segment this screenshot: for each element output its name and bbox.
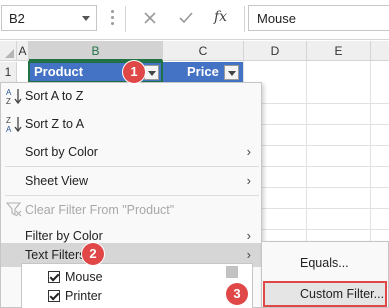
list-item-label: Mouse: [65, 270, 103, 284]
svg-text:Z: Z: [6, 116, 11, 125]
insert-function-icon[interactable]: fx: [214, 9, 227, 25]
divider: [244, 6, 245, 32]
column-header-f[interactable]: [371, 41, 389, 61]
equals-item[interactable]: Equals...: [262, 250, 388, 276]
select-all-button[interactable]: [0, 41, 17, 61]
sort-z-to-a-item[interactable]: Z A Sort Z to A: [1, 111, 261, 137]
sort-by-color-label: Sort by Color: [25, 145, 98, 159]
sort-by-color-item[interactable]: Sort by Color ›: [1, 139, 261, 165]
sort-descending-icon: Z A: [6, 116, 22, 133]
name-box[interactable]: B2: [1, 5, 97, 31]
step-badge-3: 3: [226, 283, 248, 305]
checkbox-mouse[interactable]: [48, 271, 60, 283]
sheet-view-label: Sheet View: [25, 174, 89, 188]
svg-text:A: A: [6, 88, 12, 97]
filter-values-list[interactable]: Mouse Printer: [21, 263, 253, 308]
clear-filter-label: Clear Filter From "Product": [25, 203, 175, 217]
clear-filter-icon: [6, 202, 22, 217]
custom-filter-item[interactable]: Custom Filter...: [263, 281, 387, 307]
list-item-label: Printer: [65, 289, 102, 303]
sort-a-to-z-item[interactable]: A Z Sort A to Z: [1, 83, 261, 109]
step-badge-2: 2: [82, 243, 104, 265]
formula-bar: B2 fx Mouse: [0, 0, 389, 40]
custom-filter-label: Custom Filter...: [300, 287, 385, 301]
cancel-icon[interactable]: [140, 8, 160, 28]
formula-input[interactable]: Mouse: [248, 5, 389, 31]
sheet-view-item[interactable]: Sheet View ›: [1, 168, 261, 194]
column-header-c[interactable]: C: [163, 41, 244, 61]
text-filters-submenu: Equals... Custom Filter...: [261, 241, 389, 308]
checkbox-printer[interactable]: [48, 290, 60, 302]
menu-divider: [5, 195, 259, 196]
menu-divider: [5, 166, 259, 167]
scrollbar-thumb[interactable]: [226, 266, 238, 278]
chevron-down-icon: [228, 71, 236, 76]
svg-text:A: A: [6, 125, 12, 133]
equals-label: Equals...: [300, 256, 349, 270]
sort-a-to-z-label: Sort A to Z: [25, 89, 84, 103]
header-cell-price[interactable]: Price: [163, 62, 243, 82]
name-box-value: B2: [9, 11, 25, 26]
step-badge-1: 1: [123, 61, 145, 83]
column-header-a[interactable]: A: [17, 41, 29, 61]
chevron-right-icon: ›: [246, 144, 251, 159]
sort-ascending-icon: A Z: [6, 88, 22, 105]
column-header-e[interactable]: E: [307, 41, 371, 61]
filter-dropdown-button[interactable]: [144, 65, 159, 80]
filter-dropdown-button[interactable]: [224, 65, 239, 80]
row-header-1[interactable]: 1: [0, 62, 17, 83]
check-icon[interactable]: [176, 8, 196, 28]
column-header-b[interactable]: B: [29, 41, 163, 61]
chevron-down-icon: [148, 71, 156, 76]
drag-handle-icon[interactable]: [111, 10, 114, 26]
header-cell-product-text: Product: [34, 64, 84, 79]
filter-menu: A Z Sort A to Z Z A Sort Z to A Sort by …: [0, 82, 262, 308]
divider: [125, 6, 126, 32]
svg-text:Z: Z: [6, 97, 11, 105]
clear-filter-item[interactable]: Clear Filter From "Product": [1, 197, 261, 223]
formula-input-value: Mouse: [257, 11, 297, 26]
header-cell-price-text: Price: [187, 64, 219, 79]
chevron-down-icon[interactable]: [82, 16, 90, 21]
chevron-right-icon: ›: [246, 173, 251, 188]
column-header-d[interactable]: D: [244, 41, 307, 61]
sort-z-to-a-label: Sort Z to A: [25, 117, 85, 131]
